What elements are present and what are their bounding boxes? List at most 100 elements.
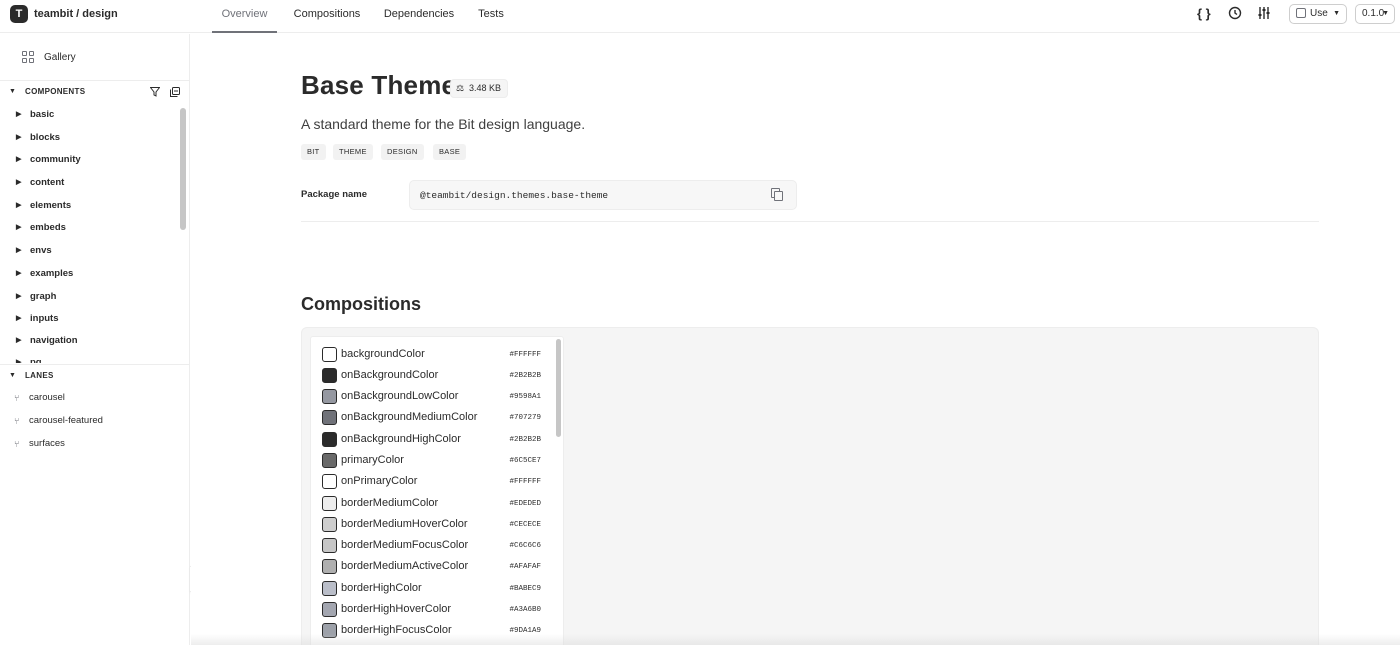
components-section-header[interactable]: ▼ COMPONENTS <box>0 80 189 102</box>
scope-name[interactable]: teambit / design <box>34 8 118 20</box>
caret-right-icon: ▶ <box>16 111 22 118</box>
tree-item-examples[interactable]: ▶ examples <box>0 265 178 283</box>
tree-item-inputs[interactable]: ▶ inputs <box>0 310 178 328</box>
tree-item-label: content <box>30 177 65 188</box>
color-name: onPrimaryColor <box>341 475 418 487</box>
lane-item-label: surfaces <box>29 438 65 449</box>
color-swatch <box>322 496 337 511</box>
caret-right-icon: ▶ <box>16 179 22 186</box>
tab-dependencies[interactable]: Dependencies <box>380 0 458 33</box>
filter-icon[interactable] <box>149 87 161 97</box>
tab-overview[interactable]: Overview <box>212 0 277 33</box>
color-row: onBackgroundHighColor #2B2B2B <box>311 429 555 450</box>
lane-item-carousel-featured[interactable]: ⑂ carousel-featured <box>0 412 189 430</box>
settings-sliders-icon[interactable] <box>1257 6 1271 24</box>
color-row: onBackgroundLowColor #9598A1 <box>311 386 555 407</box>
color-name: borderHighColor <box>341 582 422 594</box>
color-swatch <box>322 559 337 574</box>
tag-base[interactable]: BASE <box>433 144 467 160</box>
color-hex: #707279 <box>509 414 541 422</box>
tab-tests[interactable]: Tests <box>472 0 510 33</box>
tree-item-navigation[interactable]: ▶ navigation <box>0 332 178 350</box>
use-button[interactable]: Use ▼ <box>1289 4 1347 24</box>
tree-item-label: graph <box>30 291 57 302</box>
color-hex: #2B2B2B <box>509 372 541 380</box>
color-name: onBackgroundLowColor <box>341 390 459 402</box>
package-icon <box>1296 8 1306 18</box>
tree-item-label: community <box>30 154 81 165</box>
color-row: onBackgroundMediumColor #707279 <box>311 407 555 428</box>
caret-right-icon: ▶ <box>16 156 22 163</box>
color-swatch <box>322 581 337 596</box>
color-hex: #FFFFFF <box>509 478 541 486</box>
size-value: 3.48 KB <box>469 83 502 93</box>
sidebar-scrollbar[interactable] <box>179 106 187 363</box>
lane-item-surfaces[interactable]: ⑂ surfaces <box>0 435 189 453</box>
color-row: borderMediumFocusColor #C6C6C6 <box>311 535 555 556</box>
weight-icon: ⚖ <box>456 83 465 93</box>
color-name: borderMediumHoverColor <box>341 518 468 530</box>
lanes-section-header[interactable]: ▼ LANES <box>0 364 189 386</box>
history-icon[interactable] <box>1228 6 1242 24</box>
color-hex: #2B2B2B <box>509 436 541 444</box>
scope-logo-icon[interactable]: T <box>10 5 28 23</box>
copy-icon[interactable] <box>771 188 785 202</box>
lane-item-carousel[interactable]: ⑂ carousel <box>0 389 189 407</box>
color-swatch <box>322 538 337 553</box>
tree-item-embeds[interactable]: ▶ embeds <box>0 219 178 237</box>
color-hex: #6C5CE7 <box>509 457 541 465</box>
color-name: borderMediumActiveColor <box>341 560 469 572</box>
tree-item-label: embeds <box>30 222 66 233</box>
color-swatch <box>322 410 337 425</box>
package-name-field[interactable]: @teambit/design.themes.base-theme <box>409 180 797 210</box>
caret-right-icon: ▶ <box>16 315 22 322</box>
color-hex: #FFFFFF <box>509 351 541 359</box>
sidebar-scrollbar-thumb[interactable] <box>180 108 186 230</box>
tree-item-blocks[interactable]: ▶ blocks <box>0 129 178 147</box>
tag-design[interactable]: DESIGN <box>381 144 424 160</box>
tree-item-label: elements <box>30 200 72 211</box>
chevron-down-icon: ▼ <box>1333 10 1340 17</box>
color-hex: #EDEDED <box>509 500 541 508</box>
tree-item-community[interactable]: ▶ community <box>0 151 178 169</box>
tree-item-graph[interactable]: ▶ graph <box>0 288 178 306</box>
tree-item-basic[interactable]: ▶ basic <box>0 106 178 124</box>
tag-bit[interactable]: BIT <box>301 144 326 160</box>
color-name: onBackgroundColor <box>341 369 439 381</box>
caret-right-icon: ▶ <box>16 337 22 344</box>
color-row: borderMediumActiveColor #AFAFAF <box>311 556 555 577</box>
composition-preview[interactable]: backgroundColor #FFFFFF onBackgroundColor… <box>301 327 1319 645</box>
color-name: backgroundColor <box>341 348 425 360</box>
lane-item-label: carousel <box>29 392 65 403</box>
color-swatch <box>322 453 337 468</box>
color-list-scrollbar[interactable] <box>554 337 563 645</box>
color-hex: #C6C6C6 <box>509 542 541 550</box>
package-name-value: @teambit/design.themes.base-theme <box>420 190 609 201</box>
color-hex: #9598A1 <box>509 393 541 401</box>
code-icon[interactable]: { } <box>1197 6 1211 22</box>
color-row: borderHighColor #BABEC9 <box>311 578 555 599</box>
tag-theme[interactable]: THEME <box>333 144 373 160</box>
package-name-label: Package name <box>301 189 368 200</box>
version-select[interactable]: 0.1.0 ▼ <box>1355 4 1395 24</box>
color-swatch <box>322 389 337 404</box>
color-row: onPrimaryColor #FFFFFF <box>311 471 555 492</box>
collapse-all-icon[interactable] <box>170 87 180 97</box>
compositions-title: Compositions <box>301 294 421 314</box>
bottom-fade <box>191 634 1400 645</box>
color-name: borderMediumFocusColor <box>341 539 469 551</box>
lane-item-label: carousel-featured <box>29 415 103 426</box>
caret-right-icon: ▶ <box>16 134 22 141</box>
tab-compositions[interactable]: Compositions <box>287 0 367 33</box>
tree-item-elements[interactable]: ▶ elements <box>0 197 178 215</box>
tree-item-content[interactable]: ▶ content <box>0 174 178 192</box>
top-bar: T teambit / design Overview Compositions… <box>0 0 1400 33</box>
tree-item-envs[interactable]: ▶ envs <box>0 242 178 260</box>
tree-item-pg[interactable]: ▶ pg <box>0 354 178 363</box>
version-value: 0.1.0 <box>1362 8 1385 19</box>
color-list-scrollbar-thumb[interactable] <box>556 339 561 437</box>
collapse-arrow-icon: ▼ <box>9 372 17 379</box>
tree-item-label: examples <box>30 268 74 279</box>
caret-right-icon: ▶ <box>16 359 22 363</box>
color-name: onBackgroundMediumColor <box>341 411 478 423</box>
